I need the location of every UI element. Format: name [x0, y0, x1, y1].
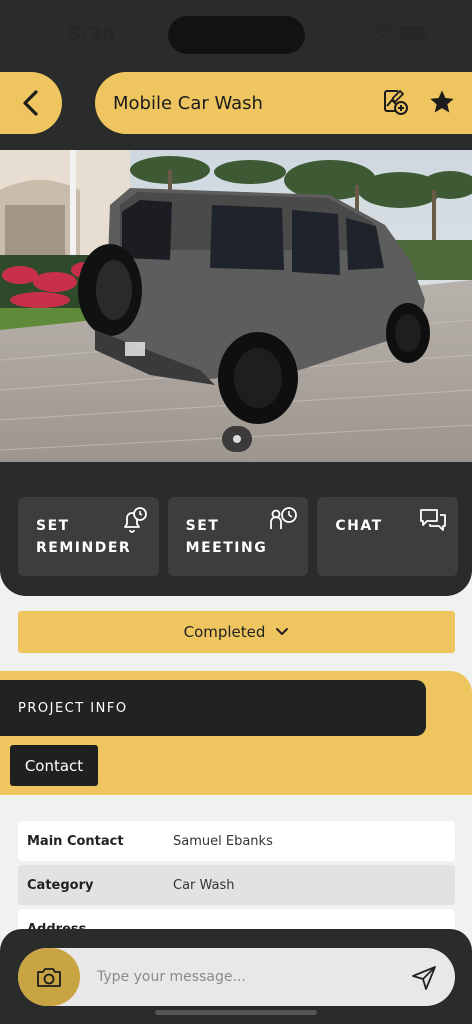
car-photo[interactable]: [0, 150, 472, 462]
alarm-bell-icon: [123, 507, 147, 533]
status-value: Completed: [183, 623, 266, 641]
status-time: 5:38: [68, 24, 116, 46]
chevron-down-icon: [276, 628, 289, 635]
row-value: Car Wash: [173, 877, 235, 893]
car-photo-image: [0, 150, 472, 462]
set-reminder-button[interactable]: SET REMINDER: [18, 497, 159, 576]
page-title: Mobile Car Wash: [113, 92, 263, 114]
star-icon[interactable]: [428, 88, 456, 116]
send-button[interactable]: [406, 960, 442, 996]
project-info-header[interactable]: PROJECT INFO: [0, 680, 426, 736]
send-icon: [412, 966, 436, 990]
row-value: Samuel Ebanks: [173, 833, 273, 849]
camera-button[interactable]: [18, 948, 80, 1006]
tab-contact[interactable]: Contact: [10, 745, 98, 786]
status-dropdown[interactable]: Completed: [18, 611, 455, 653]
action-row: SET REMINDER SET MEETING CHAT: [18, 497, 459, 576]
message-input[interactable]: [97, 962, 397, 992]
chat-button[interactable]: CHAT: [317, 497, 459, 576]
add-photo-icon[interactable]: [382, 88, 410, 116]
tab-contact-label: Contact: [24, 756, 84, 775]
wifi-icon: [372, 26, 392, 39]
dynamic-island: [168, 16, 305, 54]
row-key: Category: [27, 877, 94, 893]
header: Mobile Car Wash: [0, 72, 472, 136]
table-row: Category Car Wash: [18, 865, 455, 905]
home-indicator: [155, 1010, 317, 1015]
table-row: Main Contact Samuel Ebanks: [18, 821, 455, 861]
page-dot: [233, 435, 241, 443]
row-key: Main Contact: [27, 833, 124, 849]
meeting-icon: [270, 507, 298, 529]
camera-icon: [37, 968, 61, 987]
status-bar: 5:38: [0, 0, 472, 70]
project-info-title: PROJECT INFO: [18, 700, 128, 716]
set-meeting-button[interactable]: SET MEETING: [167, 497, 309, 576]
title-bar: Mobile Car Wash: [95, 72, 472, 134]
back-arrow-icon: [23, 90, 38, 116]
battery-icon: [400, 26, 428, 40]
chat-icon: [420, 509, 446, 531]
photo-page-indicator[interactable]: [222, 426, 252, 452]
status-icons: [372, 26, 428, 40]
back-button[interactable]: [0, 72, 62, 134]
header-actions: [382, 88, 456, 116]
